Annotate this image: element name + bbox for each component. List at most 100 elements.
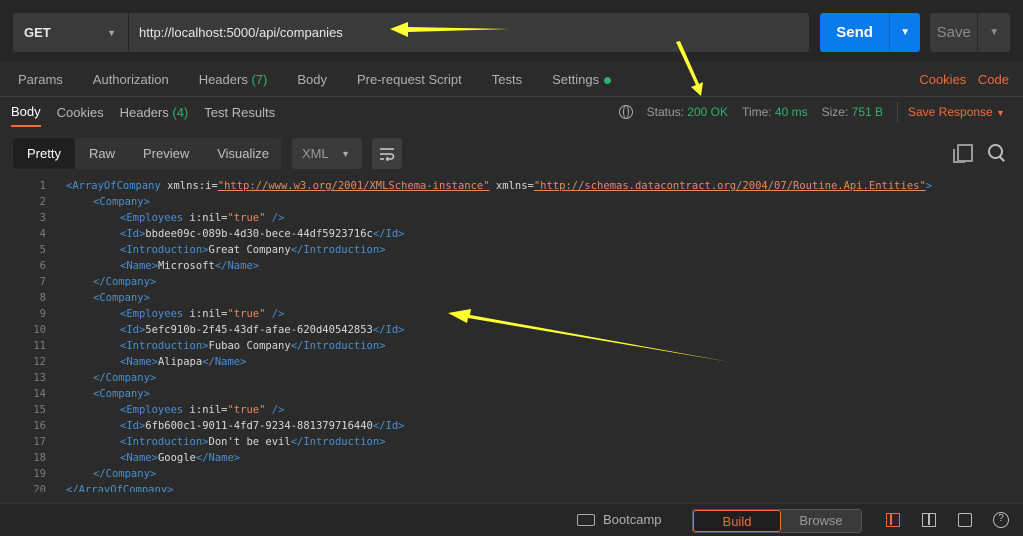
tab-headers-count: (7)	[251, 71, 268, 87]
size-field: Size: 751 B	[822, 105, 883, 119]
line-number: 15	[33, 404, 46, 416]
code-line: </Company>	[93, 468, 157, 480]
build-mode-button[interactable]: Build	[693, 510, 781, 532]
line-number: 1	[39, 180, 46, 192]
code-line: </Company>	[93, 372, 157, 384]
code-line: <Id>5efc910b-2f45-43df-afae-620d40542853…	[120, 324, 405, 336]
bootcamp-button[interactable]: Bootcamp	[577, 512, 662, 527]
request-links: Cookies Code	[919, 72, 1009, 87]
browse-mode-button[interactable]: Browse	[781, 510, 861, 532]
chevron-down-icon: ▼	[996, 108, 1005, 118]
save-response-label: Save Response	[908, 105, 993, 119]
copy-icon[interactable]	[953, 144, 973, 163]
tab-headers[interactable]: Headers (7)	[199, 72, 268, 87]
code-line: <Employees i:nil="true" />	[120, 212, 285, 224]
code-line: <Name>Alipapa</Name>	[120, 356, 247, 368]
tab-settings[interactable]: Settings	[552, 72, 612, 87]
line-number: 16	[33, 420, 46, 432]
method-select[interactable]: GET ▼	[13, 13, 128, 52]
globe-icon[interactable]	[618, 105, 633, 119]
response-tab-cookies[interactable]: Cookies	[57, 105, 104, 120]
size-value: 751 B	[851, 105, 883, 119]
response-tab-headers-count: (4)	[172, 104, 189, 120]
code-line: </Company>	[93, 276, 157, 288]
line-number: 7	[39, 276, 46, 288]
line-number: 5	[39, 244, 46, 256]
tab-tests[interactable]: Tests	[492, 72, 522, 87]
code-line: <Company>	[93, 292, 150, 304]
format-bar: Pretty Raw Preview Visualize XML ▼	[0, 138, 1023, 169]
bootcamp-icon	[577, 513, 595, 526]
send-button[interactable]: Send ▼	[820, 13, 920, 52]
chevron-down-icon: ▼	[341, 148, 350, 159]
line-number: 18	[33, 452, 46, 464]
tab-authorization[interactable]: Authorization	[93, 72, 169, 87]
code-line: <Introduction>Don't be evil</Introductio…	[120, 436, 386, 448]
mode-raw[interactable]: Raw	[75, 138, 129, 169]
help-icon[interactable]: ?	[993, 512, 1009, 528]
view-mode-switch: Pretty Raw Preview Visualize	[13, 138, 281, 169]
line-number: 13	[33, 372, 46, 384]
request-tabs: Params Authorization Headers (7) Body Pr…	[0, 62, 1023, 97]
size-label: Size:	[821, 105, 849, 119]
cookies-link[interactable]: Cookies	[919, 72, 966, 87]
save-dropdown-icon[interactable]: ▼	[977, 13, 1010, 52]
format-select[interactable]: XML ▼	[292, 138, 362, 169]
divider	[897, 102, 898, 122]
line-number: 4	[39, 228, 46, 240]
code-line: <Name>Google</Name>	[120, 452, 241, 464]
code-line: <Introduction>Fubao Company</Introductio…	[120, 340, 386, 352]
status-bar-bottom: Bootcamp Build Browse ?	[0, 503, 1023, 536]
mode-pretty[interactable]: Pretty	[13, 138, 75, 169]
response-tab-test-results[interactable]: Test Results	[204, 105, 275, 120]
line-number: 17	[33, 436, 46, 448]
response-tab-headers-label: Headers	[119, 104, 169, 120]
two-pane-view-icon[interactable]	[886, 513, 900, 527]
mode-preview[interactable]: Preview	[129, 138, 203, 169]
search-icon[interactable]	[988, 144, 1003, 159]
code-line: <ArrayOfCompany xmlns:i="http://www.w3.o…	[66, 180, 933, 192]
code-link[interactable]: Code	[978, 72, 1009, 87]
keyboard-icon[interactable]	[958, 513, 972, 527]
code-line: <Employees i:nil="true" />	[120, 404, 285, 416]
save-button[interactable]: Save ▼	[930, 13, 1010, 52]
build-browse-toggle: Build Browse	[692, 509, 862, 533]
response-tab-body[interactable]: Body	[11, 97, 41, 127]
response-body-code: 1 <ArrayOfCompany xmlns:i="http://www.w3.…	[0, 178, 1023, 492]
url-input[interactable]: http://localhost:5000/api/companies	[129, 13, 809, 52]
time-value: 40 ms	[774, 105, 808, 119]
code-line: <Company>	[93, 388, 150, 400]
line-number: 3	[39, 212, 46, 224]
code-line: <Introduction>Great Company</Introductio…	[120, 244, 386, 256]
line-number: 2	[39, 196, 46, 208]
save-response-button[interactable]: Save Response ▼	[908, 105, 1005, 119]
code-line: <Id>6fb600c1-9011-4fd7-9234-881379716440…	[120, 420, 405, 432]
line-number: 20	[33, 484, 46, 492]
line-number: 19	[33, 468, 46, 480]
settings-indicator-dot	[604, 76, 612, 84]
tab-headers-label: Headers	[198, 71, 248, 87]
line-number: 12	[33, 356, 46, 368]
status-field: Status: 200 OK	[647, 105, 728, 119]
format-select-value: XML	[302, 146, 329, 161]
tab-pre-request-script[interactable]: Pre-request Script	[357, 72, 462, 87]
tab-body[interactable]: Body	[297, 72, 327, 87]
line-number: 11	[33, 340, 46, 352]
url-text: http://localhost:5000/api/companies	[139, 25, 343, 40]
tab-params[interactable]: Params	[18, 72, 63, 87]
line-number: 8	[39, 292, 46, 304]
line-number: 9	[39, 308, 46, 320]
mode-visualize[interactable]: Visualize	[203, 138, 283, 169]
time-field: Time: 40 ms	[742, 105, 808, 119]
bootcamp-label: Bootcamp	[603, 512, 662, 527]
request-bar: GET ▼ http://localhost:5000/api/companie…	[0, 0, 1023, 62]
response-tab-headers[interactable]: Headers (4)	[120, 105, 189, 120]
line-number: 10	[33, 324, 46, 336]
send-dropdown-icon[interactable]: ▼	[889, 13, 920, 52]
send-label: Send	[836, 24, 873, 41]
response-tabs: Body Cookies Headers (4) Test Results St…	[0, 97, 1023, 127]
wrap-lines-button[interactable]	[372, 138, 402, 169]
save-label: Save	[936, 24, 971, 41]
wrap-icon	[380, 147, 395, 161]
layout-icon[interactable]	[922, 513, 936, 527]
